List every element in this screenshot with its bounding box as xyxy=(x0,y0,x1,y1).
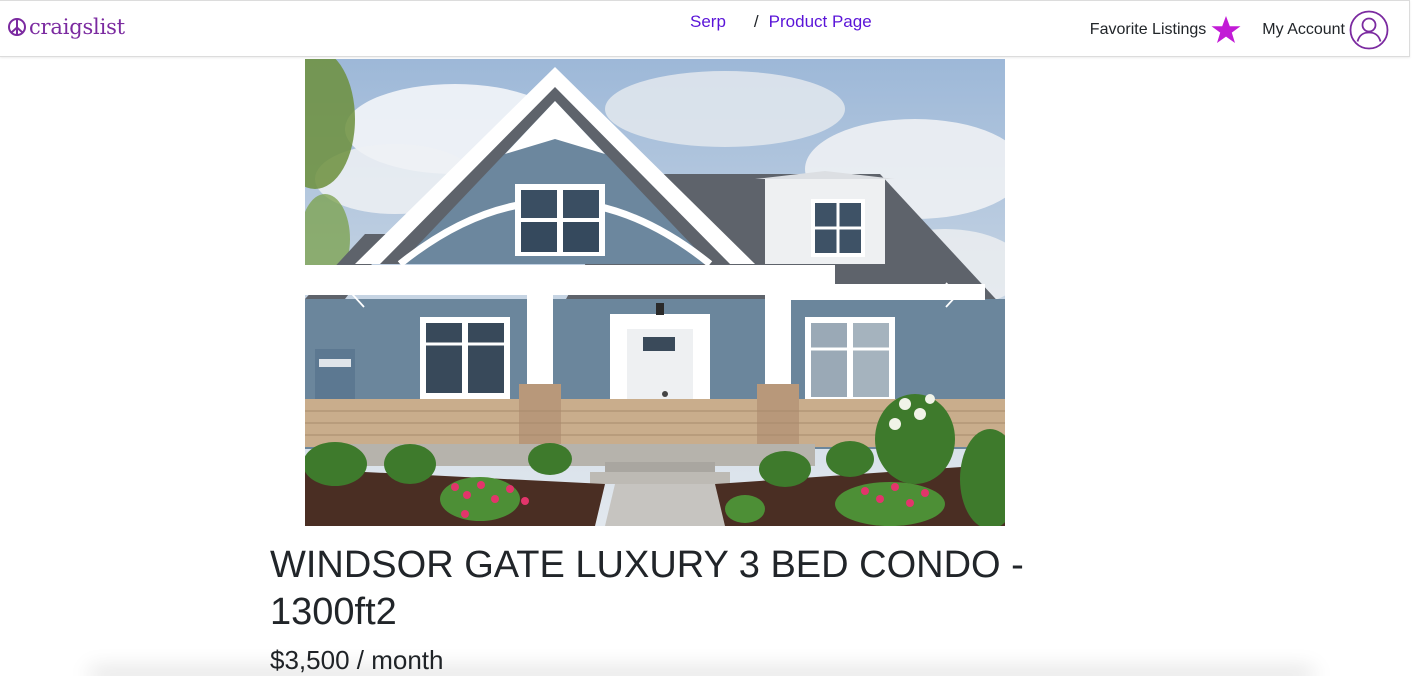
page: craigslist Serp / Product Page Favorite … xyxy=(0,0,1413,676)
listing-title: WINDSOR GATE LUXURY 3 BED CONDO - 1300ft… xyxy=(270,544,1024,633)
carousel-next-button[interactable] xyxy=(931,277,971,317)
chevron-right-icon xyxy=(941,280,961,315)
breadcrumb: Serp / Product Page xyxy=(690,12,872,32)
craigslist-logo[interactable]: craigslist xyxy=(7,15,125,39)
breadcrumb-product-page-link[interactable]: Product Page xyxy=(769,12,872,32)
logo-text: craigslist xyxy=(29,15,125,39)
favorite-listings-link[interactable]: Favorite Listings xyxy=(1090,14,1243,46)
chevron-left-icon xyxy=(349,280,369,315)
listing-price: $3,500 / month xyxy=(270,645,444,675)
listing-image-carousel[interactable] xyxy=(305,59,1005,526)
favorite-listings-label: Favorite Listings xyxy=(1089,21,1207,38)
my-account-label: My Account xyxy=(1262,21,1345,38)
house-photo xyxy=(305,59,1005,526)
peace-icon xyxy=(7,17,27,37)
star-icon xyxy=(1210,14,1242,46)
carousel-prev-button[interactable] xyxy=(339,277,379,317)
my-account-link[interactable]: My Account xyxy=(1262,10,1389,50)
breadcrumb-serp-link[interactable]: Serp xyxy=(690,12,726,32)
top-navbar: craigslist Serp / Product Page Favorite … xyxy=(0,0,1410,57)
nav-right: Favorite Listings My Account xyxy=(1090,10,1389,50)
breadcrumb-separator: / xyxy=(753,12,759,31)
user-circle-icon xyxy=(1349,10,1389,50)
